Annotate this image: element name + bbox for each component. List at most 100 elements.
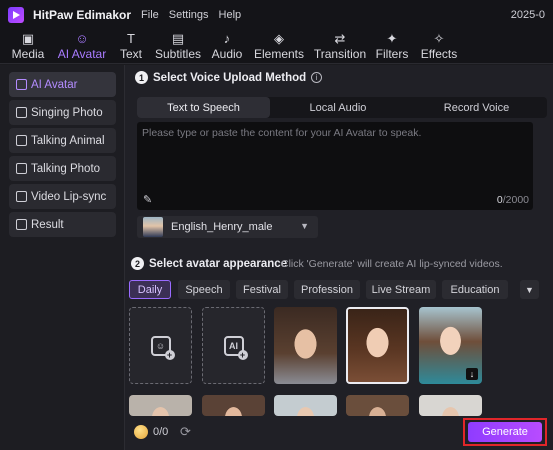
- avatar-portrait: [274, 307, 337, 384]
- ai-generate-avatar-tile[interactable]: AI +: [202, 307, 265, 384]
- chevron-down-icon[interactable]: ▼: [520, 280, 539, 299]
- tool-label: Effects: [420, 47, 458, 61]
- category-daily[interactable]: Daily: [129, 280, 171, 299]
- step2-header: 2 Select avatar appearance: [131, 257, 287, 270]
- elements-icon: ◈: [274, 31, 284, 46]
- tool-ai-avatar[interactable]: ☺ AI Avatar: [56, 30, 108, 64]
- avatar-tile[interactable]: [274, 395, 337, 416]
- media-icon: ▣: [21, 31, 35, 46]
- result-icon: [16, 219, 27, 230]
- avatar-portrait: [348, 309, 407, 382]
- category-live-stream[interactable]: Live Stream: [366, 280, 436, 299]
- tool-label: Elements: [253, 47, 305, 61]
- step-number: 2: [131, 257, 144, 270]
- info-icon[interactable]: i: [311, 72, 323, 83]
- sidebar-item-talking-animal[interactable]: Talking Animal: [9, 128, 116, 153]
- avatar-tile[interactable]: [274, 307, 337, 384]
- main-toolbar: ▣ Media ☺ AI Avatar T Text ▤ Subtitles ♪…: [0, 30, 553, 64]
- text-icon: T: [127, 31, 135, 46]
- step1-title: Select Voice Upload Method: [153, 71, 307, 84]
- voice-method-tabs: Text to Speech Local Audio Record Voice: [137, 97, 547, 118]
- generate-button[interactable]: Generate: [468, 422, 542, 442]
- tool-audio[interactable]: ♪ Audio: [210, 30, 244, 64]
- sidebar-item-label: Talking Photo: [31, 162, 101, 175]
- voice-dropdown[interactable]: English_Henry_male ▼: [137, 216, 318, 238]
- video-lipsync-icon: [16, 191, 27, 202]
- avatar-portrait: [202, 395, 265, 416]
- voice-name: English_Henry_male: [171, 221, 273, 233]
- sidebar-item-label: Talking Animal: [31, 134, 105, 147]
- char-counter: 0/2000: [497, 194, 529, 206]
- tab-local-audio[interactable]: Local Audio: [270, 97, 406, 118]
- credit-balance: 0/0: [153, 426, 169, 438]
- sidebar-item-label: Result: [31, 218, 64, 231]
- tool-label: AI Avatar: [57, 47, 107, 61]
- tool-effects[interactable]: ✧ Effects: [419, 30, 459, 64]
- effects-icon: ✧: [433, 31, 445, 46]
- tool-filters[interactable]: ✦ Filters: [375, 30, 409, 64]
- step1-header: 1 Select Voice Upload Method i: [135, 71, 323, 84]
- avatar-tile[interactable]: [346, 395, 409, 416]
- project-date: 2025-0: [510, 9, 545, 21]
- sidebar: AI Avatar Singing Photo Talking Animal T…: [0, 65, 124, 450]
- tool-subtitles[interactable]: ▤ Subtitles: [155, 30, 201, 64]
- talking-animal-icon: [16, 135, 27, 146]
- sidebar-item-singing-photo[interactable]: Singing Photo: [9, 100, 116, 125]
- avatar-portrait: [274, 395, 337, 416]
- avatar-tile[interactable]: [202, 395, 265, 416]
- category-festival[interactable]: Festival: [236, 280, 288, 299]
- talking-photo-icon: [16, 163, 27, 174]
- app-logo-icon: [8, 7, 24, 23]
- speech-text-input[interactable]: Please type or paste the content for you…: [137, 122, 533, 210]
- app-name: HitPaw Edimakor: [33, 8, 132, 22]
- tool-elements[interactable]: ◈ Elements: [254, 30, 304, 64]
- generate-hint: Click 'Generate' will create AI lip-sync…: [281, 258, 503, 270]
- coin-icon: [134, 425, 148, 439]
- tab-record-voice[interactable]: Record Voice: [406, 97, 547, 118]
- magic-wand-icon[interactable]: ✎: [143, 193, 152, 206]
- sidebar-item-talking-photo[interactable]: Talking Photo: [9, 156, 116, 181]
- refresh-icon[interactable]: ⟳: [180, 424, 191, 440]
- tool-label: Filters: [375, 47, 409, 61]
- category-education[interactable]: Education: [442, 280, 508, 299]
- tool-text[interactable]: T Text: [118, 30, 144, 64]
- tool-label: Audio: [211, 47, 243, 61]
- sidebar-item-video-lipsync[interactable]: Video Lip-sync: [9, 184, 116, 209]
- tool-label: Text: [119, 47, 142, 61]
- sidebar-item-label: AI Avatar: [31, 78, 78, 91]
- menu-settings[interactable]: Settings: [169, 9, 209, 21]
- menu-file[interactable]: File: [141, 9, 159, 21]
- download-icon[interactable]: ↓: [466, 368, 478, 380]
- avatar-tile[interactable]: [419, 395, 482, 416]
- upload-photo-icon: ☺ +: [150, 335, 175, 360]
- tool-media[interactable]: ▣ Media: [8, 30, 48, 64]
- avatar-portrait: [346, 395, 409, 416]
- sidebar-item-ai-avatar[interactable]: AI Avatar: [9, 72, 116, 97]
- menu-help[interactable]: Help: [219, 9, 242, 21]
- tool-label: Subtitles: [154, 47, 202, 61]
- upload-photo-tile[interactable]: ☺ +: [129, 307, 192, 384]
- tool-transition[interactable]: ⇄ Transition: [313, 30, 367, 64]
- transition-icon: ⇄: [334, 31, 346, 46]
- category-profession[interactable]: Profession: [294, 280, 360, 299]
- ai-avatar-icon: [16, 79, 27, 90]
- category-speech[interactable]: Speech: [178, 280, 230, 299]
- avatar-tile[interactable]: [129, 395, 192, 416]
- step-number: 1: [135, 71, 148, 84]
- audio-icon: ♪: [223, 31, 231, 46]
- speech-text-placeholder: Please type or paste the content for you…: [142, 127, 422, 139]
- filters-icon: ✦: [386, 31, 398, 46]
- ai-image-icon: AI +: [223, 335, 248, 360]
- tab-text-to-speech[interactable]: Text to Speech: [137, 97, 270, 118]
- singing-photo-icon: [16, 107, 27, 118]
- avatar-tile[interactable]: [346, 307, 409, 384]
- title-bar: HitPaw Edimakor File Settings Help 2025-…: [0, 0, 553, 30]
- sidebar-item-result[interactable]: Result: [9, 212, 116, 237]
- chevron-down-icon: ▼: [300, 221, 309, 231]
- ai-avatar-icon: ☺: [75, 31, 89, 46]
- sidebar-item-label: Singing Photo: [31, 106, 103, 119]
- avatar-tile[interactable]: ↓: [419, 307, 482, 384]
- avatar-portrait: [129, 395, 192, 416]
- avatar-portrait: [419, 395, 482, 416]
- char-count-max: /2000: [502, 194, 529, 206]
